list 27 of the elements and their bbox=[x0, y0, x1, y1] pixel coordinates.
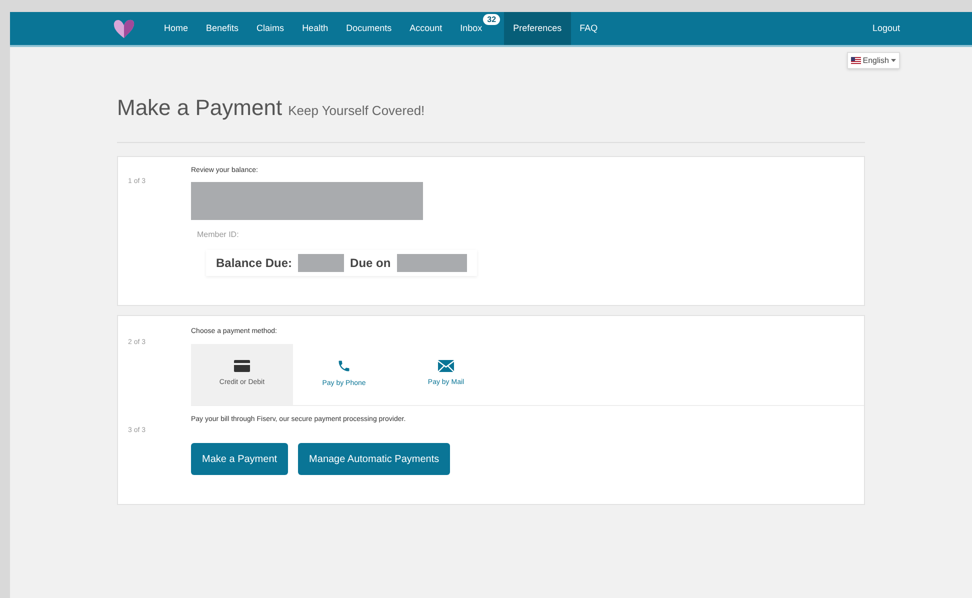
redacted-block bbox=[396, 254, 467, 272]
nav-link[interactable]: Inbox bbox=[451, 12, 484, 45]
nav-link[interactable]: Home bbox=[155, 12, 198, 45]
payment-button[interactable]: Manage Automatic Payments bbox=[298, 443, 450, 475]
envelope-icon bbox=[438, 360, 454, 372]
nav-link[interactable]: Benefits bbox=[197, 12, 248, 45]
nav-link[interactable]: Account bbox=[400, 12, 452, 45]
nav-link[interactable]: Documents bbox=[337, 12, 401, 45]
nav-link[interactable]: Preferences bbox=[504, 12, 571, 45]
payment-button[interactable]: Make a Payment bbox=[191, 443, 288, 475]
logout-link[interactable]: Logout bbox=[872, 22, 900, 36]
caret-icon bbox=[891, 59, 896, 62]
member-id-label: Member ID: bbox=[197, 228, 240, 240]
nav-link[interactable]: FAQ bbox=[570, 12, 607, 45]
language-dropdown[interactable]: English bbox=[846, 52, 900, 69]
flag-icon bbox=[850, 57, 861, 64]
heart-logo-icon[interactable] bbox=[113, 18, 135, 40]
count-badge: 32 bbox=[483, 14, 500, 25]
page-subtitle: Keep Yourself Covered! bbox=[288, 102, 425, 120]
page-title: Make a Payment bbox=[117, 94, 282, 122]
balance-label: Balance Due: bbox=[216, 254, 292, 272]
nav-link[interactable]: Claims bbox=[248, 12, 294, 45]
phone-icon bbox=[337, 358, 351, 373]
credit-card-icon bbox=[234, 360, 250, 372]
redacted-block bbox=[298, 254, 344, 272]
due-label: Due on bbox=[350, 254, 391, 272]
nav-link[interactable]: Health bbox=[293, 12, 338, 45]
